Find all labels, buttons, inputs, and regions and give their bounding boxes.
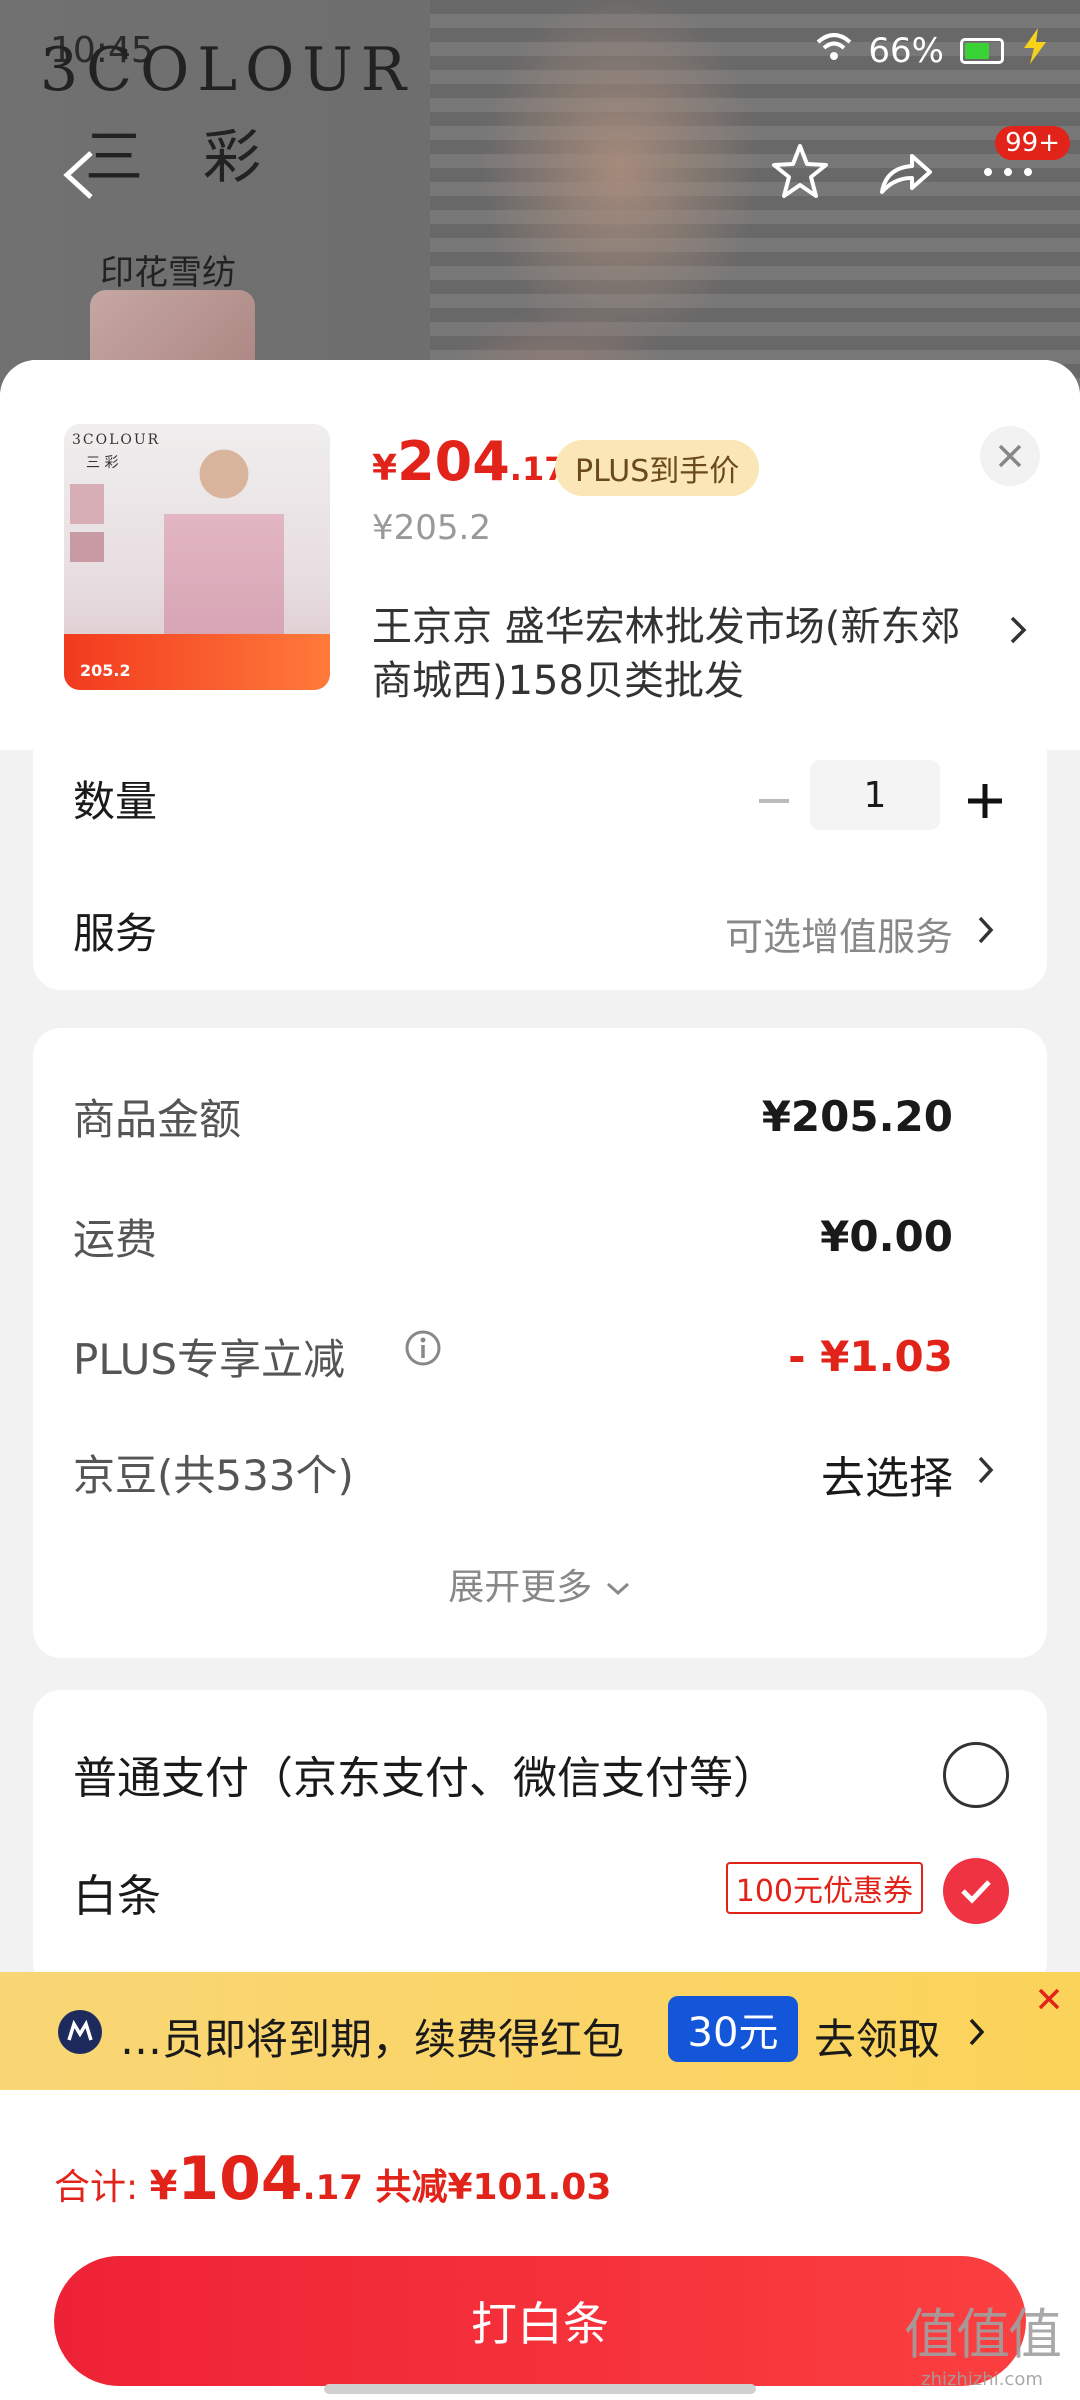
pay-with-baitiao-button[interactable]: 打白条 xyxy=(54,2256,1026,2386)
shipping-fee-label: 运费 xyxy=(73,1215,158,1264)
red-packet-amount: 30元 xyxy=(668,1996,798,2062)
order-sheet: 3COLOUR 三 彩 205.2 ¥204.17 PLUS到手价 ¥205.2… xyxy=(0,360,1080,2400)
back-arrow-icon[interactable] xyxy=(55,145,105,205)
baitiao-radio-checked[interactable] xyxy=(943,1858,1009,1924)
expand-more-label: 展开更多 xyxy=(448,1567,593,1608)
order-total: 合计: ¥104.17 共减¥101.03 xyxy=(54,2144,611,2214)
subtotal-value: ¥205.20 xyxy=(761,1092,953,1141)
normal-payment-label[interactable]: 普通支付（京东支付、微信支付等） xyxy=(73,1742,777,1806)
charging-icon xyxy=(1020,28,1050,73)
thumb-brand-en: 3COLOUR xyxy=(72,432,161,448)
minus-icon xyxy=(759,799,789,803)
claim-link[interactable]: 去领取 xyxy=(814,2006,940,2067)
close-button[interactable] xyxy=(980,426,1040,486)
quantity-label: 数量 xyxy=(73,777,158,826)
message-badge: 99+ xyxy=(995,126,1070,160)
battery-percent: 66% xyxy=(868,30,944,71)
checkout-footer: 合计: ¥104.17 共减¥101.03 打白条 值值值 zhizhizhi.… xyxy=(0,2090,1080,2400)
payment-method-card: 普通支付（京东支付、微信支付等） 白条 100元优惠券 xyxy=(33,1690,1047,1990)
total-label: 合计: xyxy=(54,2167,150,2208)
battery-icon xyxy=(960,37,1004,64)
thumb-promo-price: 205.2 xyxy=(80,661,131,680)
price-breakdown-card: 商品金额 ¥205.20 运费 ¥0.00 PLUS专享立减 - ¥1.03 京… xyxy=(33,1028,1047,1658)
check-icon xyxy=(961,1880,991,1904)
status-bar-right: 66% xyxy=(816,28,1050,73)
watermark-url: zhizhizhi.com xyxy=(921,2369,1043,2390)
home-indicator[interactable] xyxy=(324,2384,756,2394)
quantity-service-card: 数量 1 服务 可选增值服务 xyxy=(33,750,1047,990)
star-icon[interactable] xyxy=(768,140,832,204)
info-icon[interactable] xyxy=(403,1328,443,1368)
banner-close-icon[interactable] xyxy=(1032,1982,1066,2016)
jd-beans-label: 京豆(共533个) xyxy=(73,1451,354,1500)
subtotal-label: 商品金额 xyxy=(73,1095,242,1144)
plus-discount-value: - ¥1.03 xyxy=(788,1332,953,1381)
thumb-swatch xyxy=(70,532,104,562)
service-value[interactable]: 可选增值服务 xyxy=(725,906,953,961)
thumb-brand-cn: 三 彩 xyxy=(86,455,119,471)
plus-price: ¥204.17 xyxy=(372,430,566,493)
fabric-label: 印花雪纺 xyxy=(100,253,236,293)
quantity-increase-button[interactable] xyxy=(958,774,1012,828)
chevron-right-icon[interactable] xyxy=(966,2014,988,2050)
chevron-right-icon[interactable] xyxy=(975,912,997,948)
coupon-badge: 100元优惠券 xyxy=(725,1862,923,1914)
brand-logo-cn: 三彩 xyxy=(85,123,322,191)
membership-logo-icon xyxy=(58,2010,102,2054)
quantity-input[interactable]: 1 xyxy=(810,760,940,830)
close-icon xyxy=(998,444,1022,468)
shipping-fee-value: ¥0.00 xyxy=(820,1212,953,1261)
watermark: 值值值 zhizhizhi.com xyxy=(904,2290,1062,2390)
total-saved: 共减¥101.03 xyxy=(362,2167,612,2208)
thumb-swatch xyxy=(70,484,104,524)
shipping-address[interactable]: 王京京 盛华宏林批发市场(新东郊商城西)158贝类批发 xyxy=(372,600,972,708)
total-integer: 104 xyxy=(177,2144,303,2214)
share-icon[interactable] xyxy=(872,140,936,204)
brand-logo-en: 3COLOUR xyxy=(40,35,415,105)
chevron-down-icon xyxy=(606,1582,629,1596)
product-summary: 3COLOUR 三 彩 205.2 ¥204.17 PLUS到手价 ¥205.2… xyxy=(0,360,1080,750)
service-label: 服务 xyxy=(73,909,158,958)
product-thumbnail[interactable]: 3COLOUR 三 彩 205.2 xyxy=(64,424,330,690)
price-currency: ¥ xyxy=(372,448,398,489)
total-currency: ¥ xyxy=(149,2163,178,2209)
plus-discount-label: PLUS专享立减 xyxy=(73,1335,346,1384)
chevron-right-icon[interactable] xyxy=(975,1452,997,1488)
jd-beans-select[interactable]: 去选择 xyxy=(821,1442,953,1506)
renewal-message: …员即将到期，续费得红包 xyxy=(120,2015,625,2064)
baitiao-label[interactable]: 白条 xyxy=(73,1860,161,1924)
price-integer: 204 xyxy=(397,430,510,493)
quantity-decrease-button[interactable] xyxy=(747,774,801,828)
normal-payment-radio[interactable] xyxy=(943,1742,1009,1808)
chevron-right-icon[interactable] xyxy=(1006,610,1030,650)
original-price: ¥205.2 xyxy=(372,508,491,548)
plus-price-tag: PLUS到手价 xyxy=(555,440,760,496)
renewal-banner[interactable]: …员即将到期，续费得红包 30元 去领取 xyxy=(0,1972,1080,2090)
watermark-logo: 值值值 xyxy=(904,2303,1062,2366)
total-decimal: .17 xyxy=(302,2168,363,2208)
plus-icon xyxy=(968,784,1002,818)
wifi-icon xyxy=(816,31,852,71)
expand-more-link[interactable]: 展开更多 xyxy=(33,1558,1047,1610)
